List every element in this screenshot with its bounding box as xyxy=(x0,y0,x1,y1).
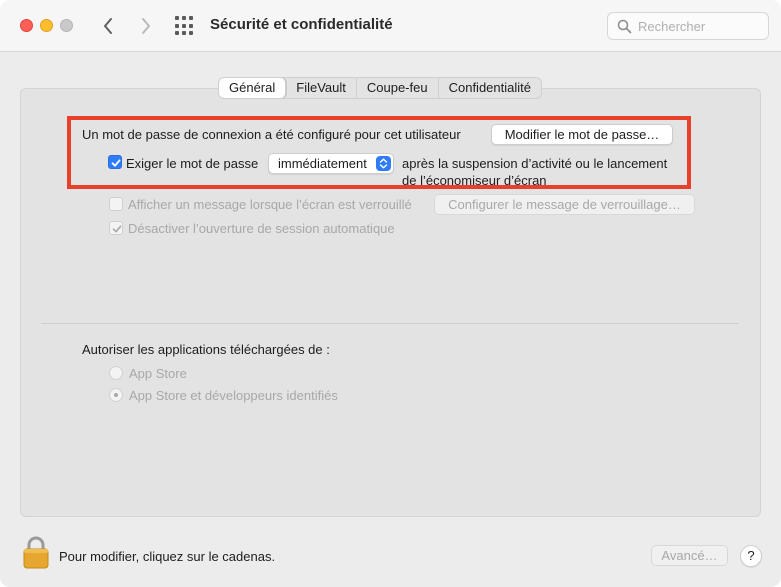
radio-selected-dot xyxy=(114,393,118,397)
set-lock-message-button[interactable]: Configurer le message de verrouillage… xyxy=(434,194,695,215)
zoom-window-button[interactable] xyxy=(60,19,73,32)
show-all-grid-icon[interactable] xyxy=(175,16,195,36)
radio-app-store-identified-developers-label: App Store et développeurs identifiés xyxy=(129,388,338,403)
tab-bar: Général FileVault Coupe-feu Confidential… xyxy=(218,77,542,99)
help-button[interactable]: ? xyxy=(740,545,762,567)
radio-app-store-label: App Store xyxy=(129,366,187,381)
search-field[interactable] xyxy=(607,12,769,40)
chevron-right-icon xyxy=(142,18,150,34)
window-title: Sécurité et confidentialité xyxy=(210,16,393,33)
lock-hint-text: Pour modifier, cliquez sur le cadenas. xyxy=(59,549,276,564)
close-window-button[interactable] xyxy=(20,19,33,32)
show-lock-message-label: Afficher un message lorsque l’écran est … xyxy=(128,197,412,212)
section-divider xyxy=(41,323,739,324)
tab-general[interactable]: Général xyxy=(219,78,287,98)
disable-autologin-checkbox[interactable] xyxy=(109,221,123,235)
lock-button[interactable] xyxy=(21,535,51,569)
tab-filevault[interactable]: FileVault xyxy=(286,78,357,98)
checkmark-icon xyxy=(112,225,122,233)
advanced-button[interactable]: Avancé… xyxy=(651,545,728,566)
back-button[interactable] xyxy=(96,14,120,38)
minimize-window-button[interactable] xyxy=(40,19,53,32)
search-input[interactable] xyxy=(638,17,763,35)
highlight-annotation-box xyxy=(67,116,691,189)
chevron-left-icon xyxy=(104,18,112,34)
search-icon xyxy=(617,19,632,34)
system-preferences-window: Sécurité et confidentialité Général File… xyxy=(0,0,781,587)
radio-app-store[interactable] xyxy=(109,366,123,380)
padlock-icon xyxy=(23,536,49,569)
forward-button[interactable] xyxy=(134,14,158,38)
title-bar: Sécurité et confidentialité xyxy=(0,0,781,52)
tab-privacy[interactable]: Confidentialité xyxy=(439,78,541,98)
tab-firewall[interactable]: Coupe-feu xyxy=(357,78,439,98)
allow-apps-heading: Autoriser les applications téléchargées … xyxy=(82,342,330,357)
disable-autologin-label: Désactiver l’ouverture de session automa… xyxy=(128,221,395,236)
radio-app-store-identified-developers[interactable] xyxy=(109,388,123,402)
show-lock-message-checkbox[interactable] xyxy=(109,197,123,211)
